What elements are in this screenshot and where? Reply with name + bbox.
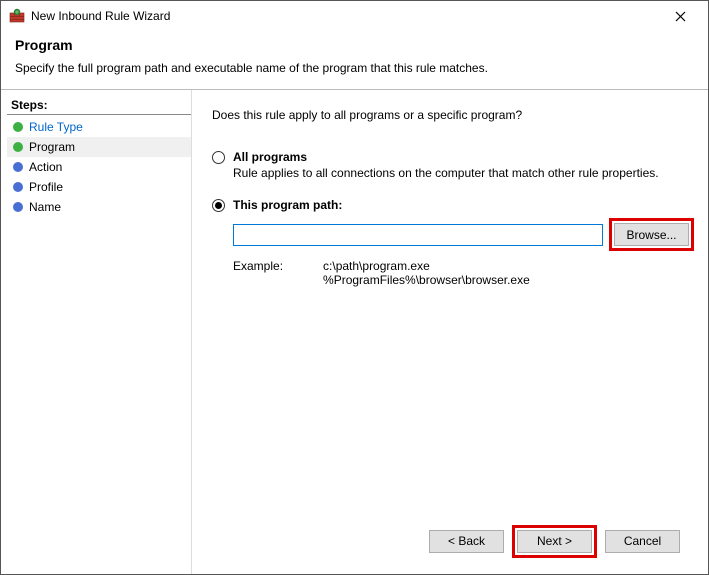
step-label: Name [29, 200, 61, 214]
wizard-content: Does this rule apply to all programs or … [191, 90, 708, 574]
wizard-header: Program Specify the full program path an… [1, 31, 708, 90]
option-program-path[interactable]: This program path: Browse... Example: c:… [212, 198, 694, 287]
step-bullet-icon [13, 202, 23, 212]
step-profile[interactable]: Profile [7, 177, 191, 197]
steps-title: Steps: [7, 96, 191, 115]
step-name[interactable]: Name [7, 197, 191, 217]
titlebar: New Inbound Rule Wizard [1, 1, 708, 31]
step-rule-type[interactable]: Rule Type [7, 117, 191, 137]
option-path-title: This program path: [233, 198, 342, 212]
wizard-body: Steps: Rule Type Program Action Profile … [1, 90, 708, 574]
radio-all-programs[interactable] [212, 151, 225, 164]
step-label: Program [29, 140, 75, 154]
prompt-text: Does this rule apply to all programs or … [212, 108, 694, 122]
option-all-programs[interactable]: All programs Rule applies to all connect… [212, 150, 694, 180]
back-button[interactable]: < Back [429, 530, 504, 553]
step-program[interactable]: Program [7, 137, 191, 157]
close-button[interactable] [660, 2, 700, 30]
close-icon [675, 11, 686, 22]
example-paths: c:\path\program.exe %ProgramFiles%\brows… [323, 259, 530, 287]
page-title: Program [15, 37, 694, 53]
browse-button[interactable]: Browse... [614, 223, 689, 246]
wizard-window: New Inbound Rule Wizard Program Specify … [0, 0, 709, 575]
radio-program-path[interactable] [212, 199, 225, 212]
option-all-desc: Rule applies to all connections on the c… [233, 166, 694, 180]
step-bullet-icon [13, 182, 23, 192]
wizard-footer: < Back Next > Cancel [212, 516, 694, 566]
next-button[interactable]: Next > [517, 530, 592, 553]
step-action[interactable]: Action [7, 157, 191, 177]
page-subtitle: Specify the full program path and execut… [15, 61, 694, 75]
highlight-browse: Browse... [609, 218, 694, 251]
step-label: Profile [29, 180, 63, 194]
step-label: Rule Type [29, 120, 83, 134]
highlight-next: Next > [512, 525, 597, 558]
option-all-title: All programs [233, 150, 307, 164]
window-title: New Inbound Rule Wizard [31, 9, 660, 23]
firewall-icon [9, 8, 25, 24]
example-label: Example: [233, 259, 283, 287]
step-bullet-icon [13, 142, 23, 152]
step-bullet-icon [13, 162, 23, 172]
program-path-input[interactable] [233, 224, 603, 246]
step-bullet-icon [13, 122, 23, 132]
steps-sidebar: Steps: Rule Type Program Action Profile … [1, 90, 191, 574]
cancel-button[interactable]: Cancel [605, 530, 680, 553]
step-label: Action [29, 160, 62, 174]
